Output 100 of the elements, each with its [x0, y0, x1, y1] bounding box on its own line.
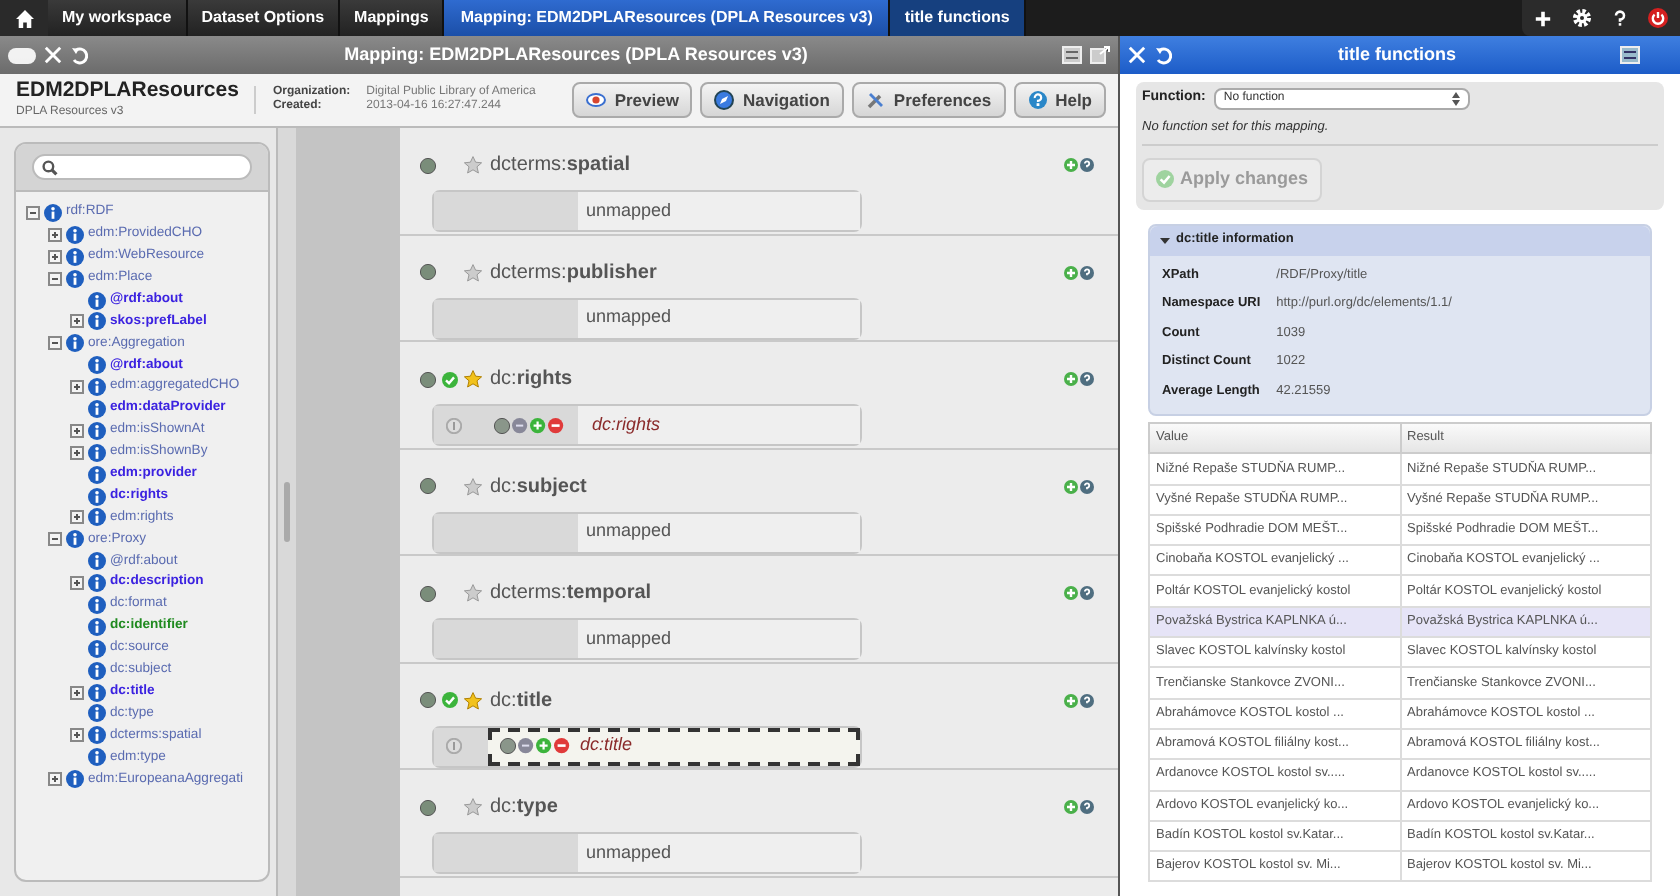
undo-icon[interactable] [70, 45, 90, 65]
collapse-icon[interactable] [48, 271, 62, 286]
window-title: title functions [1336, 41, 1458, 68]
star-icon[interactable] [464, 691, 482, 709]
info-icon[interactable] [88, 726, 106, 745]
info-icon[interactable] [88, 661, 106, 680]
navigation-button[interactable]: Navigation [700, 82, 844, 118]
info-icon[interactable] [88, 574, 106, 593]
remove-icon[interactable] [518, 738, 534, 754]
splitter-handle[interactable] [284, 482, 290, 542]
info-icon[interactable] [66, 247, 84, 266]
info-icon[interactable] [88, 378, 106, 397]
star-icon[interactable] [464, 370, 482, 388]
caret-down-icon[interactable] [1160, 235, 1170, 246]
expand-icon[interactable] [70, 576, 84, 591]
info-icon[interactable] [66, 225, 84, 244]
layout-icon[interactable] [1062, 46, 1082, 64]
mapping-field[interactable]: dc:title [432, 725, 862, 767]
collapse-icon[interactable] [26, 205, 40, 220]
info-icon[interactable] [88, 748, 106, 767]
detach-icon[interactable] [1090, 46, 1110, 64]
info-icon[interactable] [88, 617, 106, 636]
delete-icon[interactable] [548, 417, 564, 433]
info-icon[interactable] [88, 595, 106, 614]
mapping-field[interactable]: dc:rights [432, 404, 862, 446]
power-icon[interactable] [1648, 8, 1668, 28]
status-icon[interactable] [420, 478, 436, 494]
collapse-icon[interactable] [48, 532, 62, 547]
search-icon [42, 159, 58, 175]
info-icon[interactable] [88, 399, 106, 418]
close-icon[interactable] [1128, 46, 1146, 64]
star-icon[interactable] [464, 477, 482, 495]
breadcrumb[interactable]: Mapping: EDM2DPLAResources (DPLA Resources v3) [444, 0, 891, 36]
status-icon[interactable] [420, 371, 436, 387]
remove-icon[interactable] [512, 417, 528, 433]
expand-icon[interactable] [48, 227, 62, 242]
unmapped-label: unmapped [586, 518, 672, 545]
info-icon[interactable] [88, 465, 106, 484]
home-icon[interactable] [15, 9, 33, 27]
expand-icon[interactable] [70, 380, 84, 395]
info-icon[interactable] [88, 552, 106, 571]
info-icon[interactable] [88, 421, 106, 440]
info-icon[interactable] [88, 291, 106, 309]
help-icon [1027, 90, 1048, 110]
status-icon[interactable] [420, 157, 436, 173]
info-icon[interactable] [66, 770, 84, 789]
expand-icon[interactable] [70, 445, 84, 460]
delete-icon[interactable] [554, 738, 570, 754]
settings-icon[interactable] [1572, 8, 1592, 28]
help-button[interactable]: Help [1013, 82, 1106, 118]
mapping-field[interactable]: unmapped [432, 297, 862, 339]
preferences-button[interactable]: Preferences [851, 82, 1006, 118]
info-icon[interactable] [88, 356, 106, 375]
mapping-field[interactable]: unmapped [432, 832, 862, 874]
info-icon[interactable] [88, 639, 106, 658]
preview-button[interactable]: Preview [572, 82, 693, 118]
expand-icon[interactable] [48, 249, 62, 264]
node-icon[interactable] [494, 417, 510, 433]
breadcrumb[interactable]: My workspace [48, 0, 188, 36]
mapping-name: EDM2DPLAResources [16, 78, 239, 104]
status-icon[interactable] [420, 799, 436, 815]
info-icon[interactable] [88, 443, 106, 462]
expand-icon[interactable] [48, 772, 62, 787]
expand-icon[interactable] [70, 510, 84, 525]
undo-icon[interactable] [1154, 45, 1174, 65]
info-icon[interactable] [88, 683, 106, 702]
expand-icon[interactable] [70, 685, 84, 700]
expand-icon[interactable] [70, 314, 84, 329]
status-icon[interactable] [420, 585, 436, 601]
info-icon[interactable] [88, 508, 106, 527]
close-icon[interactable] [44, 46, 62, 64]
mapping-field[interactable]: unmapped [432, 511, 862, 553]
status-icon[interactable] [420, 692, 436, 708]
star-icon[interactable] [464, 263, 482, 281]
star-icon[interactable] [464, 156, 482, 174]
info-icon[interactable] [44, 203, 62, 222]
collapse-icon[interactable] [8, 47, 36, 63]
info-icon[interactable] [88, 487, 106, 506]
collapse-icon[interactable] [48, 336, 62, 351]
breadcrumb[interactable]: title functions [890, 0, 1026, 36]
breadcrumb[interactable]: Dataset Options [187, 0, 341, 36]
window-title: Mapping: EDM2DPLAResources (DPLA Resources v3) [342, 41, 810, 68]
info-icon[interactable] [66, 334, 84, 353]
info-icon[interactable] [66, 269, 84, 288]
star-icon[interactable] [464, 584, 482, 602]
layout-icon[interactable] [1620, 46, 1640, 64]
info-icon[interactable] [88, 704, 106, 723]
info-icon[interactable] [66, 530, 84, 549]
expand-icon[interactable] [70, 423, 84, 438]
node-icon[interactable] [500, 738, 516, 754]
mapping-field[interactable]: unmapped [432, 618, 862, 660]
mapping-field[interactable]: unmapped [432, 190, 862, 232]
status-icon[interactable] [420, 264, 436, 280]
search-field[interactable] [32, 154, 252, 180]
breadcrumb[interactable]: Mappings [340, 0, 445, 36]
help-icon[interactable] [1612, 8, 1628, 28]
expand-icon[interactable] [70, 728, 84, 743]
info-icon[interactable] [88, 312, 106, 331]
star-icon[interactable] [464, 798, 482, 816]
add-icon[interactable] [1534, 9, 1552, 27]
